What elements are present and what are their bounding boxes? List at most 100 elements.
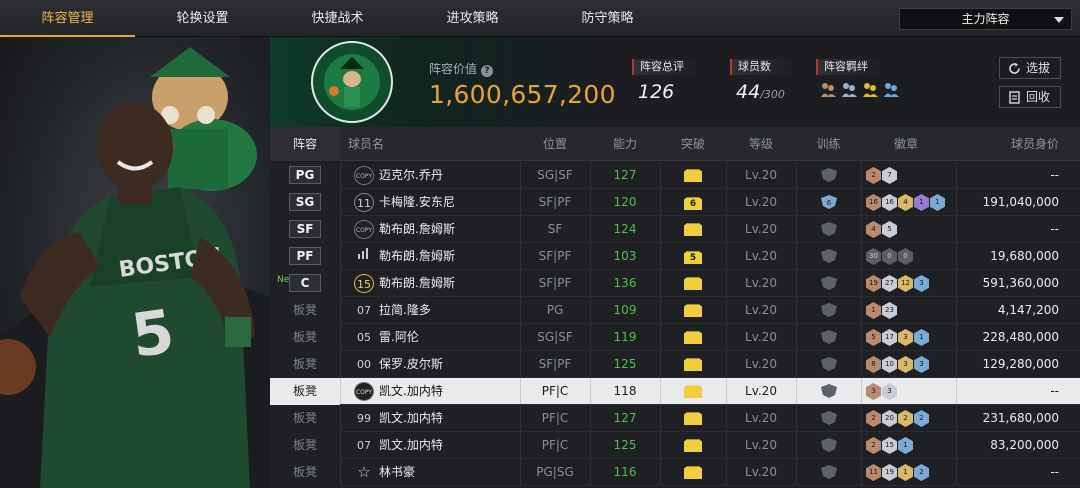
table-row[interactable]: 板凳 07 拉简.隆多 PG 109 Lv.20 1 23 4,147,200 [270, 297, 1080, 324]
tab-offense-strategy[interactable]: 进攻策略 [405, 0, 540, 36]
recycle-button[interactable]: 回收 [999, 86, 1061, 108]
breakthrough-cell[interactable] [660, 432, 726, 459]
help-icon[interactable]: ? [481, 65, 494, 77]
lineup-slot[interactable]: SF [270, 216, 340, 243]
bench-slot[interactable]: 板凳 [270, 405, 340, 432]
player-name[interactable]: 凯文.加内特 [379, 405, 443, 432]
col-header-level[interactable]: 等级 [726, 127, 796, 161]
breakthrough-cell[interactable]: 6 [660, 189, 726, 216]
training-cell[interactable] [796, 459, 861, 486]
bond-icon-gold[interactable] [862, 81, 879, 98]
badge-list[interactable]: 1 23 [866, 302, 897, 319]
training-cell[interactable] [796, 351, 861, 378]
col-header-player-name[interactable]: 球员名 [348, 127, 398, 161]
training-cell[interactable] [796, 270, 861, 297]
lineup-slot[interactable]: C [270, 270, 340, 297]
breakthrough-cell[interactable]: 5 [660, 243, 726, 270]
bench-slot[interactable]: 板凳 [270, 378, 340, 405]
player-name[interactable]: 迈克尔.乔丹 [379, 162, 443, 189]
training-cell[interactable] [796, 324, 861, 351]
bench-slot[interactable]: 板凳 [270, 432, 340, 459]
breakthrough-cell[interactable] [660, 162, 726, 189]
lineup-slot[interactable]: PG [270, 162, 340, 189]
badge-list[interactable]: 19 27 12 3 [866, 275, 929, 292]
breakthrough-cell[interactable] [660, 378, 726, 405]
table-row[interactable]: SF COPY 勒布朗.詹姆斯 SF 124 Lv.20 4 5 -- [270, 216, 1080, 243]
col-header-position[interactable]: 位置 [520, 127, 590, 161]
player-ability: 120 [613, 195, 637, 209]
training-cell[interactable] [796, 162, 861, 189]
bench-slot[interactable]: 板凳 [270, 297, 340, 324]
table-row[interactable]: PG COPY 迈克尔.乔丹 SG|SF 127 Lv.20 2 7 -- [270, 162, 1080, 189]
badge-list[interactable]: 33 [866, 383, 897, 400]
breakthrough-cell[interactable] [660, 216, 726, 243]
bench-slot[interactable]: 板凳 [270, 459, 340, 486]
column-divider [956, 270, 957, 297]
table-row[interactable]: 板凳 99 凯文.加内特 PF|C 127 Lv.20 2 20 2 2 231,680,000 [270, 405, 1080, 432]
player-ability: 125 [613, 357, 637, 371]
bench-slot[interactable]: 板凳 [270, 351, 340, 378]
badge-list[interactable]: 30 0 0 [866, 248, 913, 265]
table-row[interactable]: 板凳 07 凯文.加内特 PF|C 125 Lv.20 2 15 1 83,200,000 [270, 432, 1080, 459]
player-name[interactable]: 保罗.皮尔斯 [379, 351, 443, 378]
col-header-player-value[interactable]: 球员身价 [951, 127, 1080, 161]
training-cell[interactable] [796, 405, 861, 432]
badge-list[interactable]: 27 [866, 167, 897, 184]
tab-rotation-settings[interactable]: 轮换设置 [135, 0, 270, 36]
player-name[interactable]: 拉简.隆多 [379, 297, 431, 324]
table-row[interactable]: 板凳 05 雷.阿伦 SG|SF 119 Lv.20 5 17 3 1 228,480,000 [270, 324, 1080, 351]
table-row[interactable]: 板凳 COPY 凯文.加内特 PF|C 118 Lv.20 3 3 -- [270, 378, 1080, 405]
table-row[interactable]: 板凳 ☆ 林书豪 PG|SG 116 Lv.20 11 19 1 2 -- [270, 459, 1080, 486]
player-name[interactable]: 雷.阿伦 [379, 324, 419, 351]
badge-list[interactable]: 2 20 2 2 [866, 410, 929, 427]
badge-list[interactable]: 16 16 4 1 1 [866, 194, 945, 211]
breakthrough-cell[interactable] [660, 270, 726, 297]
lineup-summary-header: 阵容价值? 1,600,657,200 阵容总评 126 球员数 44/300 … [270, 37, 1080, 127]
bond-icon-bronze[interactable] [820, 81, 837, 98]
breakthrough-cell[interactable] [660, 351, 726, 378]
table-row[interactable]: SG 11 卡梅隆.安东尼 SF|PF 120 6 Lv.20 6 16 16 4 1 1 191,040… [270, 189, 1080, 216]
col-header-training[interactable]: 训练 [796, 127, 861, 161]
badge-list[interactable]: 45 [866, 221, 897, 238]
table-row[interactable]: New C 15 勒布朗.詹姆斯 SF|PF 136 Lv.20 19 27 12 3 591,360… [270, 270, 1080, 297]
player-name[interactable]: 勒布朗.詹姆斯 [379, 243, 455, 270]
lineup-slot[interactable]: PF [270, 243, 340, 270]
col-header-breakthrough[interactable]: 突破 [660, 127, 726, 161]
table-row[interactable]: 板凳 00 保罗.皮尔斯 SF|PF 125 Lv.20 8 10 3 3 129,280,000 [270, 351, 1080, 378]
breakthrough-cell[interactable] [660, 405, 726, 432]
tab-lineup-management[interactable]: 阵容管理 [0, 0, 135, 37]
tab-quick-tactics[interactable]: 快捷战术 [270, 0, 405, 36]
training-cell[interactable] [796, 432, 861, 459]
tab-defense-strategy[interactable]: 防守策略 [540, 0, 675, 36]
badge-list[interactable]: 5 17 3 1 [866, 329, 929, 346]
training-cell[interactable] [796, 378, 861, 405]
player-name[interactable]: 林书豪 [379, 459, 415, 486]
col-header-badges[interactable]: 徽章 [861, 127, 951, 161]
badge-list[interactable]: 2 15 1 [866, 437, 913, 454]
player-position: PF|C [541, 384, 569, 398]
player-name[interactable]: 凯文.加内特 [379, 378, 443, 405]
scout-button[interactable]: 选拔 [999, 57, 1061, 79]
position-slot-badge: C [289, 274, 321, 292]
training-cell[interactable]: 6 [796, 189, 861, 216]
lineup-dropdown[interactable]: 主力阵容 [899, 8, 1072, 30]
badge-list[interactable]: 8 10 3 3 [866, 356, 929, 373]
bond-icon-blue[interactable] [883, 81, 900, 98]
player-name[interactable]: 卡梅隆.安东尼 [379, 189, 455, 216]
training-cell[interactable] [796, 216, 861, 243]
badge-list[interactable]: 11 19 1 2 [866, 464, 929, 481]
bench-slot[interactable]: 板凳 [270, 324, 340, 351]
col-header-ability[interactable]: 能力 [590, 127, 660, 161]
player-name[interactable]: 凯文.加内特 [379, 432, 443, 459]
table-row[interactable]: PF 勒布朗.詹姆斯 SF|PF 103 5 Lv.20 30 0 0 19,680,000 [270, 243, 1080, 270]
breakthrough-cell[interactable] [660, 459, 726, 486]
training-cell[interactable] [796, 243, 861, 270]
player-name[interactable]: 勒布朗.詹姆斯 [379, 270, 455, 297]
training-cell[interactable] [796, 297, 861, 324]
breakthrough-cell[interactable] [660, 297, 726, 324]
col-header-lineup[interactable]: 阵容 [270, 127, 340, 161]
lineup-slot[interactable]: SG [270, 189, 340, 216]
player-name[interactable]: 勒布朗.詹姆斯 [379, 216, 455, 243]
breakthrough-cell[interactable] [660, 324, 726, 351]
bond-icon-silver[interactable] [841, 81, 858, 98]
